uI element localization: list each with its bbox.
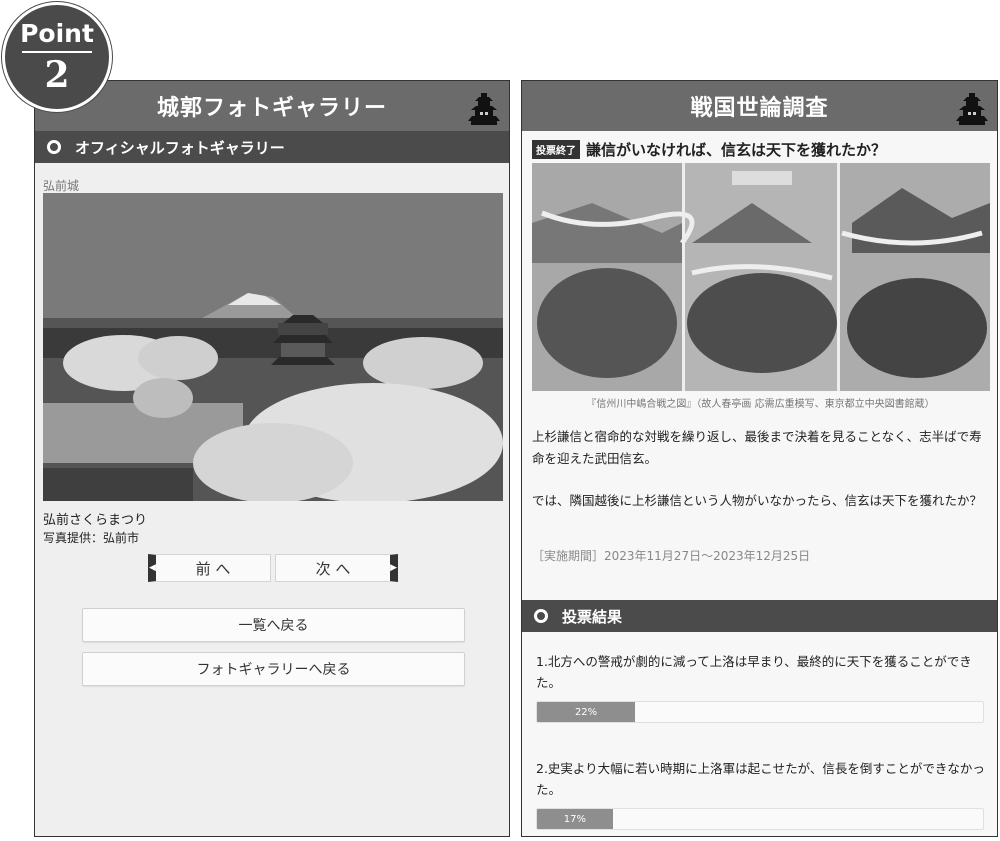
result-bar-2: 17% [536,808,984,830]
gallery-header-title: 城郭フォトギャラリー [156,96,387,121]
poll-period: ［実施期間］2023年11月27日〜2023年12月25日 [532,549,811,563]
question-paragraph: では、隣国越後に上杉謙信という人物がいなかったら、信玄は天下を獲れたか？ [532,493,983,508]
chevron-right-icon: ▶ [390,563,397,573]
next-button[interactable]: 次 へ ▶ [275,554,398,582]
castle-icon [468,93,500,125]
result-bar-1: 22% [536,701,984,723]
photo-credit: 写真提供：弘前市 [43,531,140,545]
castle-photo[interactable] [43,193,503,501]
photo-title: 弘前さくらまつり [43,513,148,528]
result-option-1: 1.北方への警戒が劇的に減って上洛は早まり、最終的に天下を獲ることができた。 [536,654,972,690]
question-title: 謙信がいなければ、信玄は天下を獲れたか？ [586,141,887,159]
point-number: 2 [44,54,70,96]
castle-name: 弘前城 [43,179,80,193]
battle-painting [532,163,990,391]
point-label: Point [20,19,94,48]
painting-caption: 『信州川中嶋合戦之図』（故人春亭画 応需広重模写、東京都立中央図書館蔵） [586,399,935,410]
back-to-gallery-button[interactable]: フォトギャラリーへ戻る [82,652,465,686]
chevron-left-icon: ◀ [149,563,156,573]
sengoku-poll-screen: 戦国世論調査 投票終了 謙信がいなければ、信玄は天下を獲れたか？ 『信州川中嶋合… [521,80,998,837]
intro-paragraph: 上杉謙信と宿命的な対戦を繰り返し、最後まで決着を見ることなく、志半ばで寿命を迎え… [532,429,982,466]
photo-gallery-screen: 城郭フォトギャラリー オフィシャルフォトギャラリー 弘前城 弘前さくらまつり 写… [34,80,510,837]
question-row: 投票終了 謙信がいなければ、信玄は天下を獲れたか？ [532,139,886,160]
point-badge: Point 2 [2,2,112,112]
result-option-2: 2.史実より大幅に若い時期に上洛軍は起こせたが、信長を倒すことができなかった。 [536,761,985,797]
castle-icon [956,93,988,125]
result-bar-fill-2: 17% [537,809,613,829]
photo-pager: ◀ 前 へ 次 へ ▶ [148,554,398,582]
circle-bullet-icon [47,140,61,154]
prev-button[interactable]: ◀ 前 へ [148,554,271,582]
poll-header-title: 戦国世論調査 [690,96,829,121]
circle-bullet-icon [534,609,548,623]
back-to-list-button[interactable]: 一覧へ戻る [82,608,465,642]
results-title: 投票結果 [562,607,623,626]
results-section: 投票結果 [522,600,997,632]
result-bar-fill-1: 22% [537,702,636,722]
point-divider [22,51,92,53]
status-badge: 投票終了 [532,140,580,159]
prev-label: 前 へ [195,559,231,578]
section-title: オフィシャルフォトギャラリー [75,138,285,157]
gallery-header: 城郭フォトギャラリー [35,81,509,131]
official-gallery-section: オフィシャルフォトギャラリー [35,131,509,163]
next-label: 次 へ [315,559,351,578]
poll-header: 戦国世論調査 [522,81,997,131]
